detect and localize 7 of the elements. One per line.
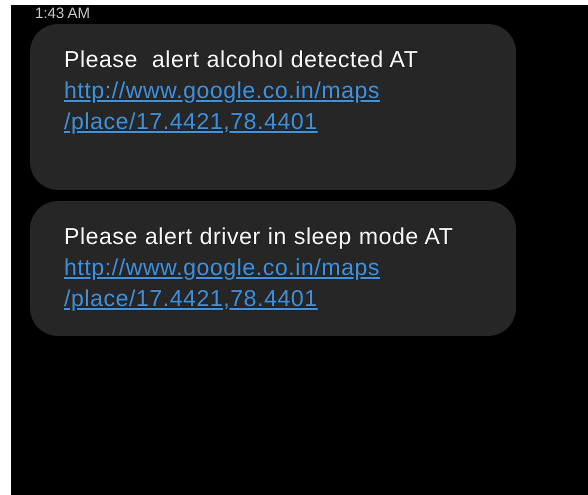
message-text: Please alert alcohol detected AT — [64, 46, 418, 72]
message-timestamp: 1:43 AM — [35, 5, 90, 22]
map-link[interactable]: /place/17.4421,78.4401 — [64, 108, 318, 134]
map-link[interactable]: http://www.google.co.in/maps — [64, 254, 380, 280]
map-link[interactable]: /place/17.4421,78.4401 — [64, 285, 318, 311]
map-link[interactable]: http://www.google.co.in/maps — [64, 77, 380, 103]
message-text: Please alert driver in sleep mode AT — [64, 223, 453, 249]
